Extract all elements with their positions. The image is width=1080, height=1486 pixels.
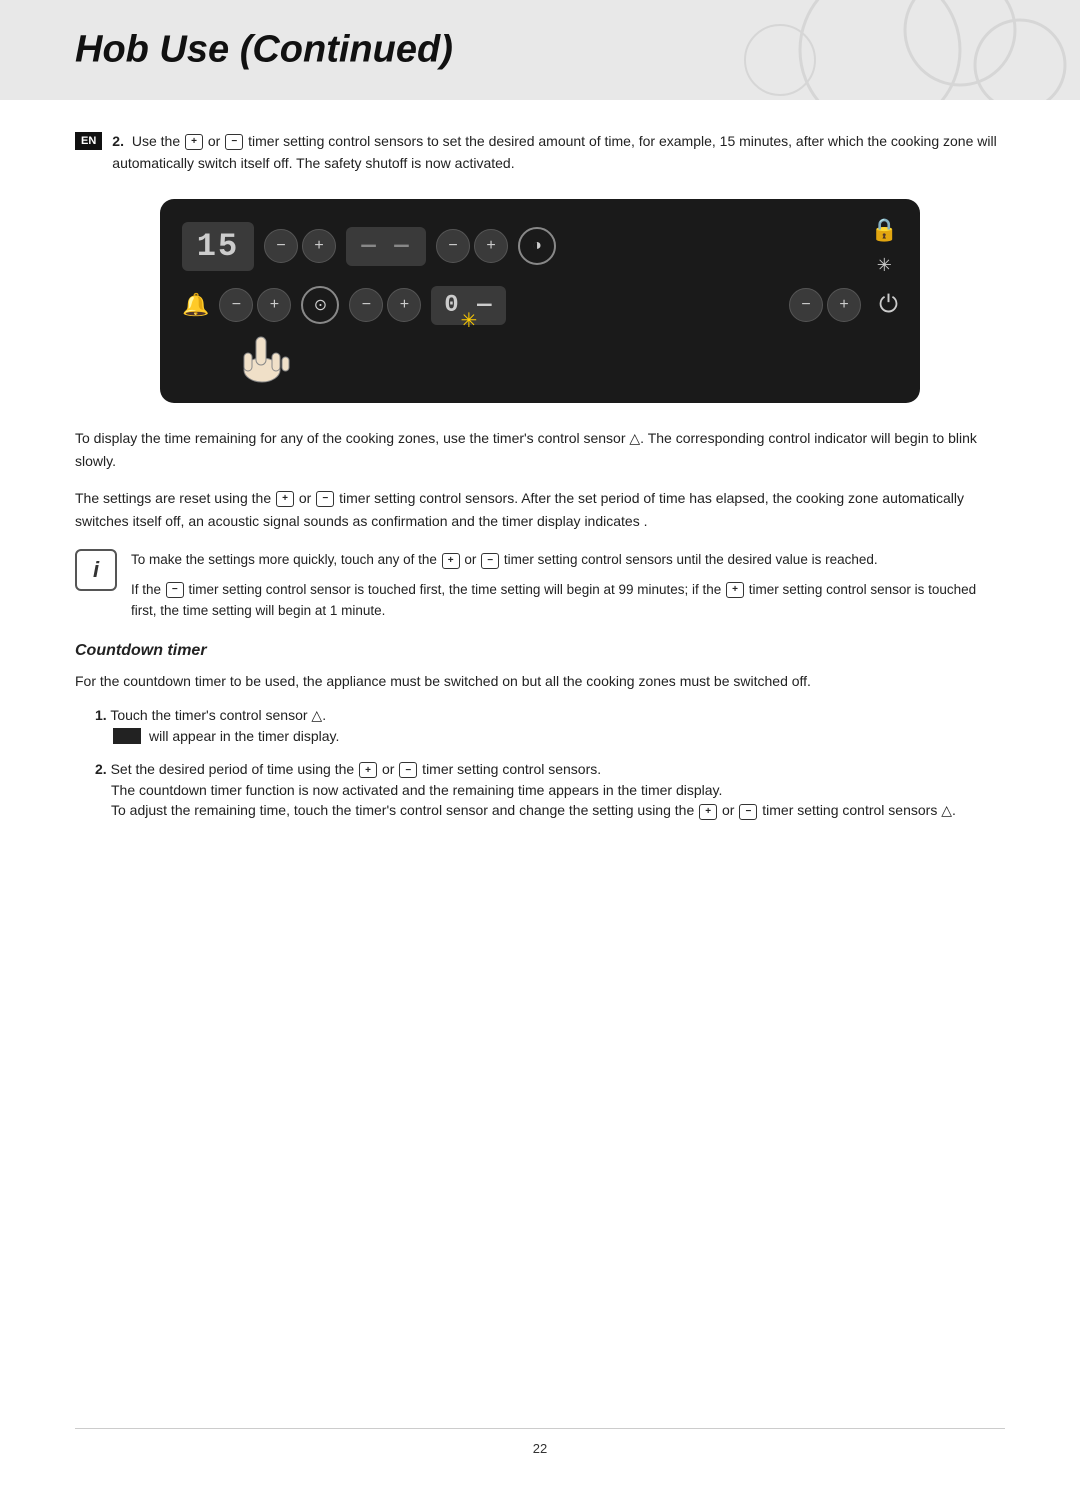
plus-btn-bell[interactable]: + bbox=[257, 288, 291, 322]
pm-group-3: − + bbox=[349, 288, 421, 322]
minus-icon-inline-2: − bbox=[316, 491, 334, 507]
page-title: Hob Use (Continued) bbox=[75, 29, 453, 72]
countdown-intro: For the countdown timer to be used, the … bbox=[75, 670, 1005, 693]
power-icon: ⏻ bbox=[879, 291, 898, 319]
sunburst-icon: ✳ bbox=[461, 308, 478, 333]
countdown-steps: 1. Touch the timer's control sensor △. w… bbox=[75, 707, 1005, 820]
pm-group-2: − + bbox=[436, 229, 508, 263]
minus-icon-inline: − bbox=[225, 134, 243, 150]
pm-group-4: − + bbox=[789, 288, 861, 322]
brightness-icon: ✳ bbox=[877, 255, 892, 276]
plus-btn-1[interactable]: + bbox=[302, 229, 336, 263]
page-number: 22 bbox=[533, 1441, 547, 1456]
display-dashes: — — bbox=[346, 227, 426, 266]
panel-bottom-row: 🔔 − + ⊙ − + 0 — bbox=[182, 286, 898, 325]
plus-btn-3[interactable]: + bbox=[387, 288, 421, 322]
plus-icon-step2: + bbox=[359, 762, 377, 778]
black-rect-indicator bbox=[113, 728, 141, 744]
pm-group-1: − + bbox=[264, 229, 336, 263]
info-para-1: To make the settings more quickly, touch… bbox=[131, 549, 1005, 571]
plus-icon-inline: + bbox=[185, 134, 203, 150]
minus-btn-3[interactable]: − bbox=[349, 288, 383, 322]
plus-btn-4[interactable]: + bbox=[827, 288, 861, 322]
plus-icon-step2c: + bbox=[699, 804, 717, 820]
page-footer: 22 bbox=[75, 1428, 1005, 1456]
info-text-block: To make the settings more quickly, touch… bbox=[131, 549, 1005, 622]
step1-text-b-wrapper: will appear in the timer display. bbox=[111, 728, 339, 744]
countdown-step-2: 2. Set the desired period of time using … bbox=[95, 761, 1005, 820]
minus-icon-step2: − bbox=[399, 762, 417, 778]
right-icons: 🔒 ✳ bbox=[871, 217, 898, 276]
timer-display-15: 15 bbox=[182, 222, 254, 271]
minus-btn-bell[interactable]: − bbox=[219, 288, 253, 322]
info-box: i To make the settings more quickly, tou… bbox=[75, 549, 1005, 622]
hand-illustration bbox=[222, 325, 898, 385]
plus-btn-2[interactable]: + bbox=[474, 229, 508, 263]
countdown-step-1: 1. Touch the timer's control sensor △. w… bbox=[95, 707, 1005, 747]
hob-panel-wrapper: 15 − + — — − + ◑ bbox=[75, 199, 1005, 403]
page-content: EN 2. Use the + or − timer setting contr… bbox=[0, 130, 1080, 914]
target-icon: ⊙ bbox=[301, 286, 339, 324]
minus-icon-info-2: − bbox=[166, 582, 184, 598]
minus-icon-info: − bbox=[481, 553, 499, 569]
step2-text-b: The countdown timer function is now acti… bbox=[111, 782, 1005, 798]
page-header: Hob Use (Continued) bbox=[0, 0, 1080, 100]
step1-label: 1. bbox=[95, 707, 107, 723]
bell-icon: 🔔 bbox=[182, 292, 209, 318]
plus-icon-info-2: + bbox=[726, 582, 744, 598]
step1-text-a: Touch the timer's control sensor △. bbox=[110, 707, 326, 723]
hand-svg bbox=[222, 325, 302, 385]
plus-icon-info: + bbox=[442, 553, 460, 569]
lock-icon: 🔒 bbox=[871, 217, 898, 243]
halfmoon-icon: ◑ bbox=[518, 227, 556, 265]
step-2-text: 2. Use the + or − timer setting control … bbox=[112, 130, 1005, 175]
header-decoration bbox=[580, 0, 1080, 100]
step-2-number: 2. bbox=[112, 133, 124, 149]
step2-text-c: To adjust the remaining time, touch the … bbox=[111, 802, 1005, 819]
pm-group-bell: − + bbox=[219, 288, 291, 322]
page-container: Hob Use (Continued) EN 2. Use the + or −… bbox=[0, 0, 1080, 1486]
minus-icon-step2c: − bbox=[739, 804, 757, 820]
minus-btn-4[interactable]: − bbox=[789, 288, 823, 322]
minus-btn-1[interactable]: − bbox=[264, 229, 298, 263]
hob-panel: 15 − + — — − + ◑ bbox=[160, 199, 920, 403]
body-para-1: To display the time remaining for any of… bbox=[75, 427, 1005, 473]
step1-text-b: will appear in the timer display. bbox=[149, 728, 339, 744]
timer-display-0-wrapper: 0 — ✳ bbox=[431, 286, 506, 325]
info-icon: i bbox=[75, 549, 117, 591]
countdown-section-title: Countdown timer bbox=[75, 642, 1005, 660]
body-para-2: The settings are reset using the + or − … bbox=[75, 487, 1005, 533]
step2-label: 2. bbox=[95, 761, 107, 777]
info-para-2: If the − timer setting control sensor is… bbox=[131, 579, 1005, 622]
en-badge: EN bbox=[75, 132, 102, 150]
minus-btn-2[interactable]: − bbox=[436, 229, 470, 263]
plus-icon-inline-2: + bbox=[276, 491, 294, 507]
panel-top-row: 15 − + — — − + ◑ bbox=[182, 217, 898, 276]
step-2-block: EN 2. Use the + or − timer setting contr… bbox=[75, 130, 1005, 175]
step2-text-a: Set the desired period of time using the… bbox=[111, 761, 602, 777]
